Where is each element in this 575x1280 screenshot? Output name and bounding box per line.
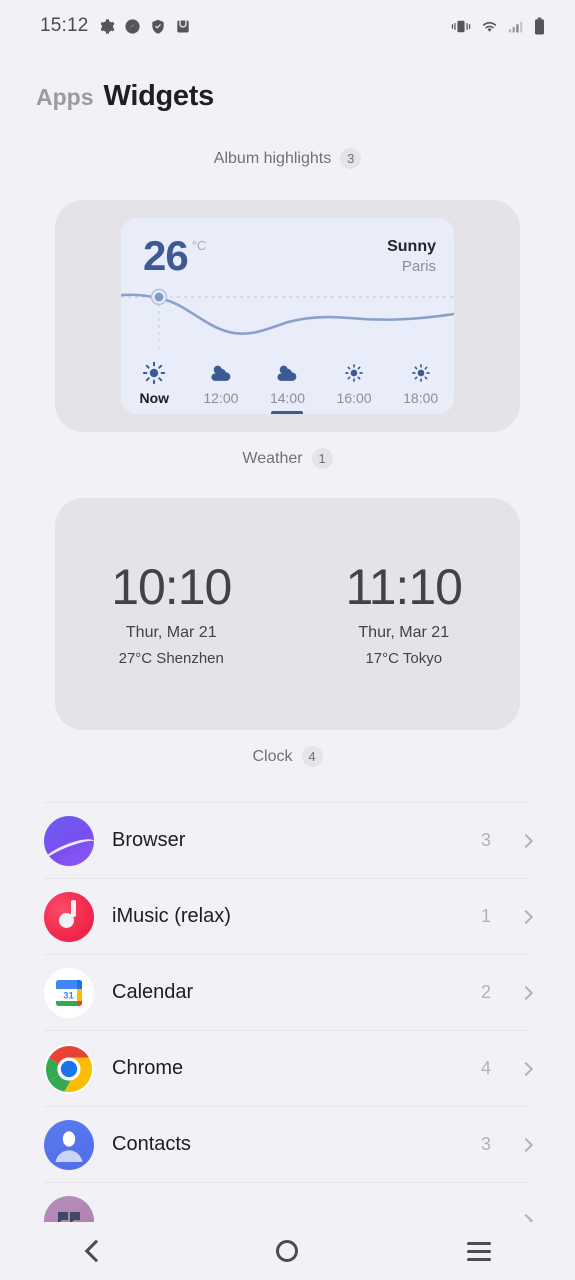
navigation-bar xyxy=(0,1222,575,1280)
sun-icon xyxy=(142,360,166,386)
clock-temp-city: 27°C Shenzhen xyxy=(118,650,224,668)
contacts-icon xyxy=(44,1119,94,1170)
forecast-selected-indicator xyxy=(271,411,304,414)
clock-label: Clock xyxy=(252,747,293,765)
nav-back-button[interactable] xyxy=(61,1229,131,1273)
dual-clock: 10:10 Thur, Mar 21 27°C Shenzhen 11:10 T… xyxy=(55,498,520,730)
list-item[interactable]: Browser 3 xyxy=(44,802,534,878)
calendar-icon: 31 xyxy=(44,967,94,1018)
sun-icon xyxy=(411,360,431,386)
weather-count: 1 xyxy=(311,448,333,469)
app-name: Chrome xyxy=(112,1057,184,1079)
forecast-hour-1800[interactable]: 18:00 xyxy=(387,360,454,406)
list-item[interactable] xyxy=(44,1182,534,1222)
weather-card[interactable]: 26 °C Sunny Paris Now 12:00 14:00 16:00 … xyxy=(121,218,454,414)
weather-temp-value: 26 xyxy=(143,232,189,279)
browser-icon xyxy=(44,815,94,866)
wifi-icon xyxy=(482,21,497,32)
cloud-sun-icon xyxy=(208,360,234,386)
chevron-right-icon[interactable] xyxy=(518,985,534,1000)
music-icon xyxy=(44,891,94,942)
signal-icon xyxy=(508,21,523,32)
status-bar: 15:12 xyxy=(0,0,575,52)
chevron-right-icon[interactable] xyxy=(518,909,534,924)
weather-condition-label: Sunny xyxy=(387,238,436,255)
tab-widgets[interactable]: Widgets xyxy=(104,80,215,113)
forecast-hour-1600[interactable]: 16:00 xyxy=(321,360,388,406)
app-name: iMusic (relax) xyxy=(112,905,231,927)
svg-text:31: 31 xyxy=(63,990,74,1001)
chevron-right-icon[interactable] xyxy=(518,833,534,848)
page-title: Apps Widgets xyxy=(36,80,214,113)
tab-apps[interactable]: Apps xyxy=(36,84,94,111)
shield-check-icon xyxy=(151,19,164,34)
app-widget-count: 4 xyxy=(480,1058,491,1078)
back-icon xyxy=(84,1239,108,1263)
forecast-hour-label: 14:00 xyxy=(269,390,305,406)
widgets-screen: 15:12 Apps Widgets Album highlights 3 26… xyxy=(0,0,575,1280)
forecast-hour-1400[interactable]: 14:00 xyxy=(254,360,321,414)
weather-temp-unit: °C xyxy=(191,238,207,253)
clock-widget-preview[interactable]: 10:10 Thur, Mar 21 27°C Shenzhen 11:10 T… xyxy=(55,498,520,730)
weather-widget-preview[interactable]: 26 °C Sunny Paris Now 12:00 14:00 16:00 … xyxy=(55,200,520,432)
battery-icon xyxy=(535,17,544,35)
forecast-hour-1200[interactable]: 12:00 xyxy=(188,360,255,406)
album-highlights-label: Album highlights xyxy=(213,149,332,167)
app-widget-count: 2 xyxy=(480,982,491,1002)
vibrate-icon xyxy=(451,20,471,32)
chevron-right-icon[interactable] xyxy=(518,1213,534,1222)
app-name: Calendar xyxy=(112,981,194,1003)
clock-time: 10:10 xyxy=(111,558,232,615)
app-list[interactable]: Browser 3 iMusic (relax) 1 31 Calendar 2… xyxy=(0,802,575,1222)
clock-count: 4 xyxy=(301,746,323,767)
list-item[interactable]: Contacts 3 xyxy=(44,1106,534,1182)
nav-recents-button[interactable] xyxy=(444,1229,514,1273)
list-item[interactable]: iMusic (relax) 1 xyxy=(44,878,534,954)
list-item[interactable]: Chrome 4 xyxy=(44,1030,534,1106)
forecast-hour-now[interactable]: Now xyxy=(121,360,188,406)
weather-temperature-curve xyxy=(121,288,454,352)
clock-shenzhen[interactable]: 10:10 Thur, Mar 21 27°C Shenzhen xyxy=(55,498,288,730)
app-name: Browser xyxy=(112,829,186,851)
weather-label: Weather xyxy=(242,449,303,467)
nav-home-button[interactable] xyxy=(252,1229,322,1273)
forecast-hour-label: 12:00 xyxy=(203,390,239,406)
sun-icon xyxy=(344,360,364,386)
home-icon xyxy=(276,1240,299,1262)
conversation-icon xyxy=(44,1195,94,1222)
app-widget-count: 1 xyxy=(480,906,491,926)
clock-date: Thur, Mar 21 xyxy=(125,624,217,642)
weather-hourly-forecast: Now 12:00 14:00 16:00 18:00 xyxy=(121,344,454,414)
app-name: Contacts xyxy=(112,1133,191,1155)
status-bar-left: 15:12 xyxy=(40,15,191,37)
section-label-clock: Clock 4 xyxy=(0,746,575,767)
clock-temp-city: 17°C Tokyo xyxy=(365,650,443,668)
status-bar-right xyxy=(451,17,545,35)
cloud-sun-icon xyxy=(274,360,300,386)
status-time: 15:12 xyxy=(40,15,89,36)
clock-time: 11:10 xyxy=(345,558,463,615)
clock-tokyo[interactable]: 11:10 Thur, Mar 21 17°C Tokyo xyxy=(288,498,521,730)
gear-icon xyxy=(100,18,114,34)
weather-temperature: 26 °C xyxy=(143,235,206,277)
album-highlights-count: 3 xyxy=(340,148,362,169)
chevron-right-icon[interactable] xyxy=(518,1137,534,1152)
app-widget-count: 3 xyxy=(480,830,491,850)
chevron-right-icon[interactable] xyxy=(518,1061,534,1076)
weather-city-label: Paris xyxy=(401,258,436,275)
speedometer-icon xyxy=(124,18,140,34)
forecast-hour-label: Now xyxy=(139,390,170,406)
inbox-icon xyxy=(176,20,189,32)
clock-date: Thur, Mar 21 xyxy=(358,624,450,642)
section-label-weather: Weather 1 xyxy=(0,448,575,469)
app-widget-count: 3 xyxy=(480,1134,491,1154)
forecast-hour-label: 18:00 xyxy=(403,390,439,406)
weather-condition: Sunny Paris xyxy=(387,238,436,275)
list-item[interactable]: 31 Calendar 2 xyxy=(44,954,534,1030)
section-label-album-highlights: Album highlights 3 xyxy=(0,148,575,169)
recents-icon xyxy=(467,1241,492,1261)
chrome-icon xyxy=(44,1043,94,1094)
forecast-hour-label: 16:00 xyxy=(336,390,372,406)
